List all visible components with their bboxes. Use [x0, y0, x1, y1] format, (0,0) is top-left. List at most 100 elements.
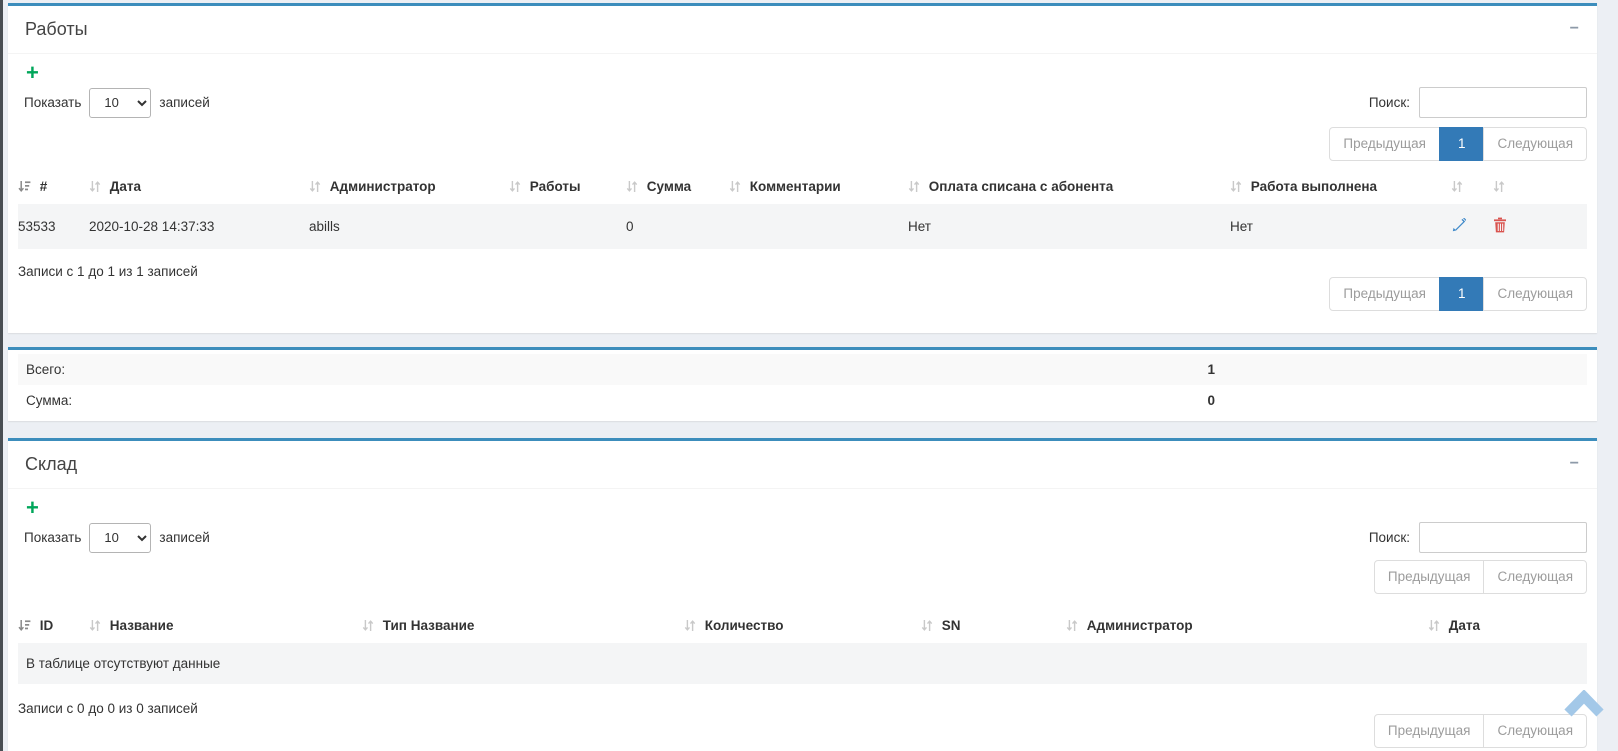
table-row: 53533 2020-10-28 14:37:33 abills 0 Нет Н… — [18, 204, 1587, 249]
pagination-next[interactable]: Следующая — [1483, 127, 1587, 161]
column-label: ID — [40, 618, 54, 633]
cell-payment-charged: Нет — [900, 204, 1222, 249]
pagination-previous[interactable]: Предыдущая — [1374, 714, 1485, 748]
column-header-name[interactable]: Название — [81, 610, 354, 643]
panel-warehouse-header: Склад − — [8, 441, 1597, 489]
column-label: Работа выполнена — [1251, 179, 1377, 194]
column-header-id[interactable]: ID — [18, 610, 81, 643]
search-control: Поиск: — [1369, 87, 1587, 118]
column-header-comments[interactable]: Комментарии — [721, 171, 900, 204]
column-header-work-done[interactable]: Работа выполнена — [1222, 171, 1443, 204]
pagination-page-1[interactable]: 1 — [1439, 127, 1485, 161]
pagination: Предыдущая 1 Следующая — [1329, 127, 1587, 161]
search-label: Поиск: — [1369, 530, 1410, 545]
delete-icon[interactable] — [1485, 204, 1587, 249]
page-left-edge — [0, 0, 3, 751]
panel-works-header: Работы − — [8, 6, 1597, 54]
panel-title-works: Работы — [25, 19, 88, 39]
column-header-administrator[interactable]: Администратор — [301, 171, 501, 204]
cell-comments — [721, 204, 900, 249]
sort-icon — [309, 180, 321, 193]
pagination-next[interactable]: Следующая — [1483, 560, 1587, 594]
cell-sum: 0 — [618, 204, 721, 249]
panel-works: Работы − + Показать 10 записей Поиск: — [8, 3, 1597, 333]
sort-icon — [729, 180, 741, 193]
page: Работы − + Показать 10 записей Поиск: — [0, 0, 1618, 751]
works-table-controls: Показать 10 записей Поиск: — [18, 87, 1587, 118]
pagination: Предыдущая Следующая — [1374, 714, 1587, 748]
column-header-date[interactable]: Дата — [1420, 610, 1587, 643]
pagination-previous[interactable]: Предыдущая — [1329, 127, 1440, 161]
cell-work-done: Нет — [1222, 204, 1443, 249]
table-info: Записи с 0 до 0 из 0 записей — [18, 701, 198, 716]
collapse-icon[interactable]: − — [1570, 456, 1579, 472]
add-record-icon[interactable]: + — [26, 497, 39, 519]
warehouse-table-footer: Записи с 0 до 0 из 0 записей Предыдущая … — [18, 698, 1587, 748]
works-table-footer: Записи с 1 до 1 из 1 записей Предыдущая … — [18, 261, 1587, 311]
column-header-delete[interactable] — [1485, 171, 1587, 204]
empty-table-row: В таблице отсутствуют данные — [18, 643, 1587, 684]
column-header-sn[interactable]: SN — [913, 610, 1058, 643]
page-size-select[interactable]: 10 — [89, 523, 151, 553]
column-header-quantity[interactable]: Количество — [676, 610, 913, 643]
column-label: Администратор — [330, 179, 436, 194]
column-label: SN — [942, 618, 961, 633]
scroll-to-top-icon[interactable] — [1563, 690, 1605, 723]
sort-icon — [509, 180, 521, 193]
show-label: Показать — [24, 95, 81, 110]
sort-icon — [1493, 180, 1505, 193]
pagination-previous[interactable]: Предыдущая — [1374, 560, 1485, 594]
column-header-administrator[interactable]: Администратор — [1058, 610, 1420, 643]
column-header-works[interactable]: Работы — [501, 171, 618, 204]
column-label: Сумма — [647, 179, 691, 194]
cell-id: 53533 — [18, 204, 81, 249]
sort-icon — [1451, 180, 1463, 193]
panel-summary-body: Всего: 1 Сумма: 0 — [8, 350, 1597, 421]
sort-icon — [362, 619, 374, 632]
column-header-payment-charged[interactable]: Оплата списана с абонента — [900, 171, 1222, 204]
pagination-next[interactable]: Следующая — [1483, 277, 1587, 311]
panel-summary: Всего: 1 Сумма: 0 — [8, 347, 1597, 421]
empty-table-message: В таблице отсутствуют данные — [18, 643, 1587, 684]
panel-title-warehouse: Склад — [25, 454, 77, 474]
sort-icon — [921, 619, 933, 632]
edit-icon[interactable] — [1443, 204, 1485, 249]
show-label: Показать — [24, 530, 81, 545]
sort-icon — [684, 619, 696, 632]
search-control: Поиск: — [1369, 522, 1587, 553]
panel-warehouse-body: + Показать 10 записей Поиск: Предыдущая — [8, 489, 1597, 751]
search-label: Поиск: — [1369, 95, 1410, 110]
column-label: Оплата списана с абонента — [929, 179, 1113, 194]
summary-table: Всего: 1 Сумма: 0 — [18, 354, 1587, 416]
panel-works-body: + Показать 10 записей Поиск: Предыдущая — [8, 54, 1597, 333]
column-label: Дата — [1449, 618, 1480, 633]
collapse-icon[interactable]: − — [1570, 21, 1579, 37]
column-label: Администратор — [1087, 618, 1193, 633]
sort-icon — [89, 180, 101, 193]
warehouse-pagination-top-row: Предыдущая Следующая — [18, 560, 1587, 594]
column-header-date[interactable]: Дата — [81, 171, 301, 204]
column-header-sum[interactable]: Сумма — [618, 171, 721, 204]
search-input[interactable] — [1419, 87, 1587, 118]
column-label: Тип Название — [383, 618, 475, 633]
column-header-number[interactable]: # — [18, 171, 81, 204]
sort-icon — [1066, 619, 1078, 632]
page-length-control: Показать 10 записей — [24, 523, 210, 553]
column-label: # — [40, 179, 48, 194]
works-table: # Дата Администратор Работы — [18, 171, 1587, 249]
panel-warehouse: Склад − + Показать 10 записей Поиск: — [8, 438, 1597, 751]
column-header-edit[interactable] — [1443, 171, 1485, 204]
pagination: Предыдущая Следующая — [1374, 560, 1587, 594]
entries-label: записей — [159, 95, 209, 110]
column-label: Работы — [530, 179, 581, 194]
summary-row-total: Всего: 1 — [18, 354, 1587, 385]
column-header-type-name[interactable]: Тип Название — [354, 610, 676, 643]
pagination-page-1[interactable]: 1 — [1439, 277, 1485, 311]
add-record-icon[interactable]: + — [26, 62, 39, 84]
search-input[interactable] — [1419, 522, 1587, 553]
warehouse-table-header-row: ID Название Тип Название Количество — [18, 610, 1587, 643]
pagination-previous[interactable]: Предыдущая — [1329, 277, 1440, 311]
summary-row-sum: Сумма: 0 — [18, 385, 1587, 416]
page-size-select[interactable]: 10 — [89, 88, 151, 118]
pagination: Предыдущая 1 Следующая — [1329, 277, 1587, 311]
